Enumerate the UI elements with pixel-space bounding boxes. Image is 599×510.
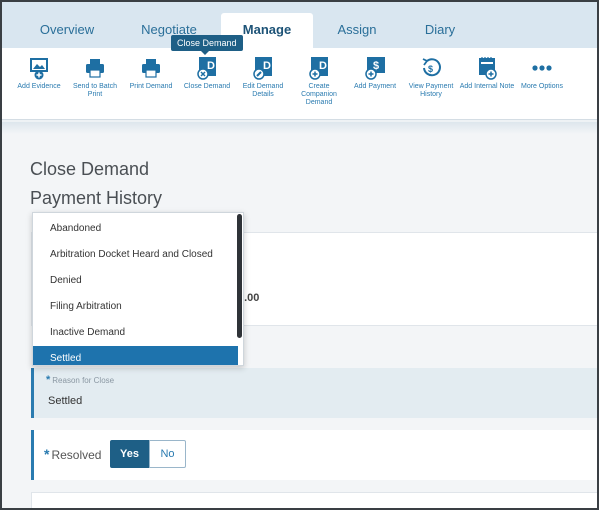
svg-text:$: $ xyxy=(428,64,433,74)
tab-diary[interactable]: Diary xyxy=(402,13,478,48)
send-to-batch-print-button[interactable]: Send to Batch Print xyxy=(67,56,123,99)
dropdown-option[interactable]: Filing Arbitration xyxy=(33,294,238,320)
tab-assign[interactable]: Assign xyxy=(320,13,394,48)
add-evidence-icon xyxy=(30,58,48,80)
add-payment-button[interactable]: $ Add Payment xyxy=(347,56,403,91)
tab-overview[interactable]: Overview xyxy=(20,13,114,48)
resolved-no-button[interactable]: No xyxy=(149,440,186,468)
required-mark: * xyxy=(46,374,51,386)
view-payment-history-button[interactable]: $ View Payment History xyxy=(403,56,459,99)
edit-demand-icon: D xyxy=(253,57,272,80)
resolved-label: Resolved xyxy=(51,448,102,462)
edit-demand-details-button[interactable]: D Edit Demand Details xyxy=(235,56,291,99)
action-toolbar: Add Evidence Send to Batch Print Print D… xyxy=(2,48,597,120)
add-internal-note-button[interactable]: Add Internal Note xyxy=(459,56,515,91)
more-dots-icon xyxy=(532,65,552,71)
section-title: Payment History xyxy=(30,188,163,208)
add-note-icon xyxy=(479,57,497,80)
close-demand-icon: D xyxy=(197,57,216,80)
print-demand-button[interactable]: Print Demand xyxy=(123,56,179,91)
add-evidence-button[interactable]: Add Evidence xyxy=(11,56,67,91)
app-frame: Overview Negotiate Manage Assign Diary A… xyxy=(0,0,599,510)
printer-icon xyxy=(86,59,104,78)
payment-history-icon: $ xyxy=(422,58,441,77)
dropdown-option[interactable]: Arbitration Docket Heard and Closed xyxy=(33,242,238,268)
tab-bar: Overview Negotiate Manage Assign Diary xyxy=(2,2,597,48)
reason-label: Reason for Close xyxy=(52,376,115,385)
page-title: Close Demand xyxy=(30,159,150,179)
reason-for-close-field[interactable]: * Reason for Close Settled xyxy=(31,368,597,418)
dropdown-scrollbar[interactable] xyxy=(237,214,242,338)
resolved-yes-button[interactable]: Yes xyxy=(110,440,149,468)
close-demand-button[interactable]: D Close Demand xyxy=(179,56,235,91)
add-payment-icon: $ xyxy=(365,57,385,80)
svg-text:D: D xyxy=(207,60,215,72)
next-section-card xyxy=(31,492,597,508)
resolved-field: * Resolved Yes No xyxy=(31,430,597,480)
svg-text:D: D xyxy=(263,60,271,72)
reason-dropdown-list[interactable]: Abandoned Arbitration Docket Heard and C… xyxy=(32,212,244,366)
svg-text:D: D xyxy=(319,60,327,72)
reason-value: Settled xyxy=(48,395,83,407)
more-options-button[interactable]: More Options xyxy=(514,56,570,91)
dropdown-option-selected[interactable]: Settled xyxy=(33,346,238,365)
dropdown-option[interactable]: Denied xyxy=(33,268,238,294)
tooltip: Close Demand xyxy=(171,35,243,55)
add-demand-icon: D xyxy=(309,57,328,80)
printer-icon xyxy=(142,59,160,78)
dropdown-option[interactable]: Abandoned xyxy=(33,216,238,242)
dropdown-option[interactable]: Inactive Demand xyxy=(33,320,238,346)
required-mark: * xyxy=(44,446,50,462)
create-companion-demand-button[interactable]: D Create Companion Demand xyxy=(291,56,347,107)
